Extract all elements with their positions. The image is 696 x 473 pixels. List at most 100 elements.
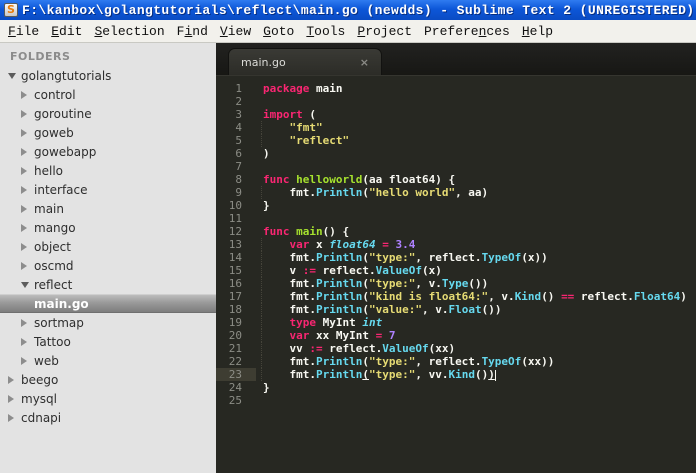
sidebar-folder-control[interactable]: control — [0, 85, 216, 104]
editor-area: main.go × 1 package main 2 3 import (4 "fmt"… — [216, 43, 696, 473]
line-number: 9 — [235, 186, 242, 199]
code-line-7[interactable]: 7 — [216, 160, 696, 173]
indent-guide-icon — [261, 251, 262, 264]
code-line-21[interactable]: 21 vv := reflect.ValueOf(xx) — [216, 342, 696, 355]
line-number: 14 — [228, 251, 242, 264]
code-line-10[interactable]: 10} — [216, 199, 696, 212]
code-line-22[interactable]: 22 fmt.Println("type:", reflect.TypeOf(x… — [216, 355, 696, 368]
tree-item-label: gowebapp — [34, 144, 97, 159]
line-number: 18 — [228, 303, 242, 316]
code-text: "fmt" — [261, 121, 323, 134]
code-line-12[interactable]: 12 func main() { — [216, 225, 696, 238]
code-text: var xx MyInt = 7 — [261, 329, 395, 342]
code-line-18[interactable]: 18 fmt.Println("value:", v.Float()) — [216, 303, 696, 316]
menu-item-help[interactable]: Help — [516, 22, 559, 41]
sidebar-folder-cdnapi[interactable]: cdnapi — [0, 408, 216, 427]
indent-guide-icon — [261, 316, 262, 329]
line-number: 22 — [228, 355, 242, 368]
triangle-right-icon — [21, 242, 27, 251]
tab-main-go[interactable]: main.go × — [228, 48, 382, 75]
code-line-24[interactable]: 24} — [216, 381, 696, 394]
code-line-2[interactable]: 2 — [216, 95, 696, 108]
code-line-4[interactable]: 4 "fmt" — [216, 121, 696, 134]
folder-tree: golangtutorials control goroutine goweb gowe… — [0, 66, 216, 427]
menu-item-preferences[interactable]: Preferences — [418, 22, 516, 41]
sidebar-folder-oscmd[interactable]: oscmd — [0, 256, 216, 275]
line-number: 13 — [228, 238, 242, 251]
triangle-right-icon — [21, 261, 27, 270]
menu-item-edit[interactable]: Edit — [45, 22, 88, 41]
line-number: 10 — [228, 199, 242, 212]
triangle-right-icon — [8, 413, 14, 422]
menu-item-selection[interactable]: Selection — [88, 22, 170, 41]
sidebar-folder-main[interactable]: main — [0, 199, 216, 218]
indent-guide-icon — [261, 186, 262, 199]
code-line-17[interactable]: 17 fmt.Println("kind is float64:", v.Kin… — [216, 290, 696, 303]
code-text: func main() { — [263, 225, 350, 238]
menu-item-file[interactable]: File — [2, 22, 45, 41]
triangle-right-icon — [21, 90, 27, 99]
tree-item-label: goweb — [34, 125, 74, 140]
code-line-13[interactable]: 13 var x float64 = 3.4 — [216, 238, 696, 251]
window-title: F:\kanbox\golangtutorials\reflect\main.g… — [22, 2, 695, 18]
tree-item-label: goroutine — [34, 106, 92, 121]
sidebar-folder-interface[interactable]: interface — [0, 180, 216, 199]
code-line-8[interactable]: 8 func helloworld(aa float64) { — [216, 173, 696, 186]
tree-item-label: web — [34, 353, 59, 368]
line-number: 8 — [235, 173, 242, 186]
code-line-9[interactable]: 9 fmt.Println("hello world", aa) — [216, 186, 696, 199]
title-bar: S F:\kanbox\golangtutorials\reflect\main… — [0, 0, 696, 20]
tree-item-label: mysql — [21, 391, 57, 406]
sidebar-folder-beego[interactable]: beego — [0, 370, 216, 389]
sidebar-folder-web[interactable]: web — [0, 351, 216, 370]
sidebar-folder-object[interactable]: object — [0, 237, 216, 256]
sidebar-folder-gowebapp[interactable]: gowebapp — [0, 142, 216, 161]
indent-guide-icon — [261, 368, 262, 381]
sidebar-folder-golangtutorials[interactable]: golangtutorials — [0, 66, 216, 85]
code-line-20[interactable]: 20 var xx MyInt = 7 — [216, 329, 696, 342]
sidebar-folder-goweb[interactable]: goweb — [0, 123, 216, 142]
menu-bar: File Edit Selection Find View Goto Tools Projec… — [0, 20, 696, 43]
indent-guide-icon — [261, 303, 262, 316]
indent-guide-icon — [261, 290, 262, 303]
code-line-25[interactable]: 25 — [216, 394, 696, 407]
code-text: fmt.Println("type:", vv.Kind()) — [261, 368, 496, 381]
code-line-14[interactable]: 14 fmt.Println("type:", reflect.TypeOf(x… — [216, 251, 696, 264]
code-text: func helloworld(aa float64) { — [263, 173, 456, 186]
triangle-down-icon — [8, 72, 16, 79]
sidebar-folder-mysql[interactable]: mysql — [0, 389, 216, 408]
sidebar-folder-mango[interactable]: mango — [0, 218, 216, 237]
triangle-right-icon — [21, 337, 27, 346]
line-number: 11 — [228, 212, 242, 225]
sidebar-folder-goroutine[interactable]: goroutine — [0, 104, 216, 123]
indent-guide-icon — [261, 238, 262, 251]
sidebar-folder-sortmap[interactable]: sortmap — [0, 313, 216, 332]
code-line-1[interactable]: 1 package main — [216, 82, 696, 95]
menu-item-find[interactable]: Find — [171, 22, 214, 41]
code-line-11[interactable]: 11 — [216, 212, 696, 225]
code-text: } — [263, 381, 270, 394]
code-editor[interactable]: 1 package main 2 3 import (4 "fmt" 5 "reflect… — [216, 76, 696, 473]
code-line-6[interactable]: 6) — [216, 147, 696, 160]
code-text: ) — [263, 147, 270, 160]
menu-item-goto[interactable]: Goto — [257, 22, 300, 41]
triangle-right-icon — [8, 394, 14, 403]
line-number: 17 — [228, 290, 242, 303]
code-line-19[interactable]: 19 type MyInt int — [216, 316, 696, 329]
menu-item-view[interactable]: View — [214, 22, 257, 41]
sidebar-folder-hello[interactable]: hello — [0, 161, 216, 180]
code-line-23[interactable]: 23 fmt.Println("type:", vv.Kind()) — [216, 368, 696, 381]
menu-item-tools[interactable]: Tools — [300, 22, 351, 41]
sidebar-folder-reflect[interactable]: reflect — [0, 275, 216, 294]
code-line-3[interactable]: 3 import ( — [216, 108, 696, 121]
line-number: 21 — [228, 342, 242, 355]
sidebar-file-main.go[interactable]: main.go — [0, 294, 216, 313]
tree-item-label: mango — [34, 220, 76, 235]
code-line-15[interactable]: 15 v := reflect.ValueOf(x) — [216, 264, 696, 277]
close-icon[interactable]: × — [360, 56, 369, 69]
code-line-5[interactable]: 5 "reflect" — [216, 134, 696, 147]
sidebar-folder-tattoo[interactable]: Tattoo — [0, 332, 216, 351]
code-line-16[interactable]: 16 fmt.Println("type:", v.Type()) — [216, 277, 696, 290]
line-number: 5 — [235, 134, 242, 147]
menu-item-project[interactable]: Project — [351, 22, 418, 41]
